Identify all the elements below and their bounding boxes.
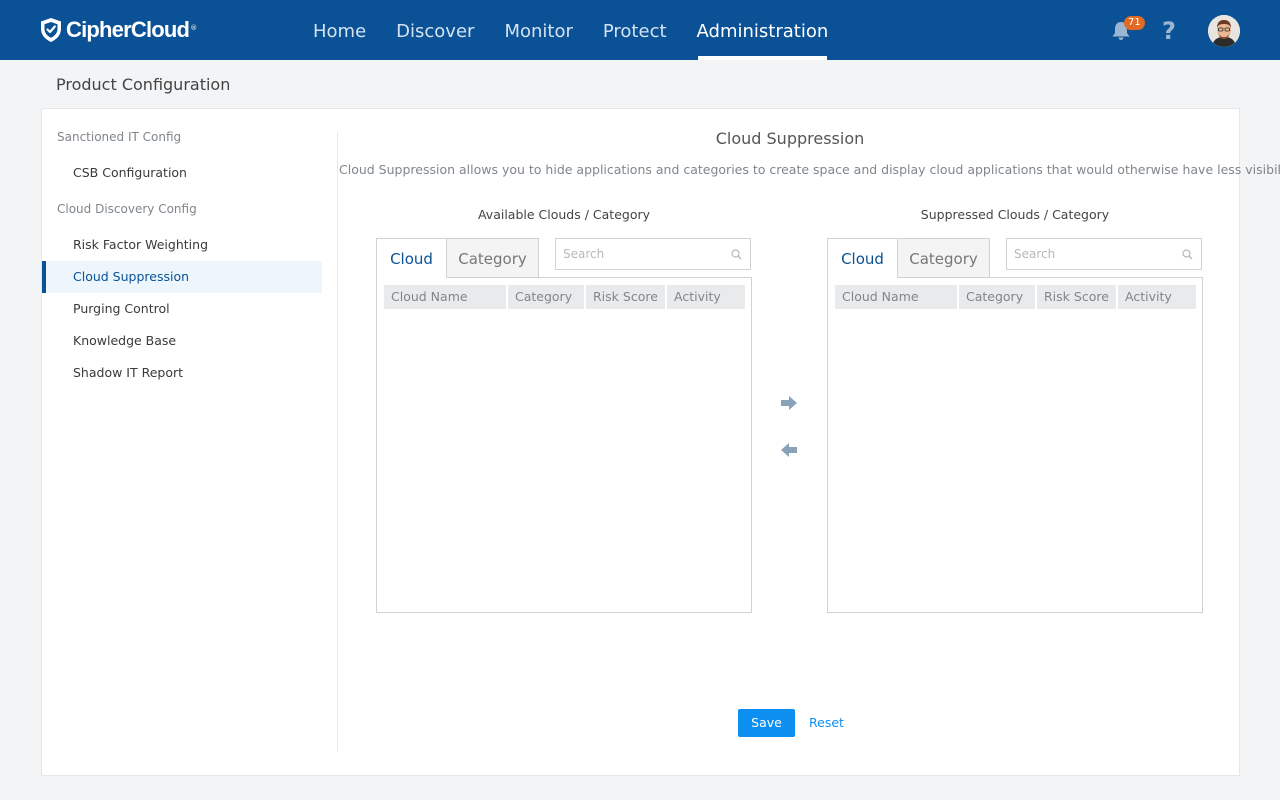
nav-protect[interactable]: Protect (588, 0, 682, 60)
suppressed-panel-label: Suppressed Clouds / Category (920, 207, 1110, 222)
suppressed-clouds-table: Cloud Name Category Risk Score Activity (827, 277, 1203, 613)
top-navigation-bar: CipherCloud ® Home Discover Monitor Prote… (0, 0, 1280, 60)
brand-name: CipherCloud (66, 17, 190, 42)
search-icon[interactable] (731, 249, 742, 260)
user-avatar[interactable] (1208, 15, 1240, 47)
column-header-risk-score[interactable]: Risk Score (586, 285, 665, 309)
column-header-risk-score[interactable]: Risk Score (1037, 285, 1116, 309)
suppressed-tab-category[interactable]: Category (898, 238, 990, 278)
suppressed-tab-cloud[interactable]: Cloud (827, 238, 898, 278)
page-title: Product Configuration (56, 75, 231, 94)
suppressed-search (1006, 238, 1202, 270)
available-clouds-table: Cloud Name Category Risk Score Activity (376, 277, 752, 613)
arrow-left-icon[interactable] (780, 442, 798, 458)
arrow-right-icon[interactable] (780, 395, 798, 411)
save-button[interactable]: Save (738, 709, 795, 737)
available-panel-label: Available Clouds / Category (477, 207, 651, 222)
available-tab-category[interactable]: Category (447, 238, 539, 278)
sidebar-item-shadow-it-report[interactable]: Shadow IT Report (42, 357, 322, 389)
nav-monitor[interactable]: Monitor (489, 0, 587, 60)
sidebar-heading-cloud-discovery: Cloud Discovery Config (57, 202, 197, 216)
brand-logo[interactable]: CipherCloud ® (40, 16, 197, 44)
help-icon[interactable]: ? (1162, 16, 1176, 46)
column-header-category[interactable]: Category (959, 285, 1035, 309)
sidebar-divider (337, 132, 338, 752)
available-tab-cloud[interactable]: Cloud (376, 238, 447, 278)
sidebar-item-cloud-suppression[interactable]: Cloud Suppression (42, 261, 322, 293)
column-header-activity[interactable]: Activity (1118, 285, 1196, 309)
search-icon[interactable] (1182, 249, 1193, 260)
sidebar-item-csb-configuration[interactable]: CSB Configuration (42, 157, 322, 189)
shield-logo-icon (41, 18, 61, 42)
column-header-cloud-name[interactable]: Cloud Name (384, 285, 506, 309)
column-header-category[interactable]: Category (508, 285, 584, 309)
nav-discover[interactable]: Discover (381, 0, 489, 60)
available-search (555, 238, 751, 270)
section-description: Cloud Suppression allows you to hide app… (339, 162, 1280, 177)
sidebar-item-knowledge-base[interactable]: Knowledge Base (42, 325, 322, 357)
section-title: Cloud Suppression (715, 129, 865, 148)
reset-link[interactable]: Reset (809, 709, 844, 737)
table-header-row: Cloud Name Category Risk Score Activity (835, 285, 1198, 309)
sidebar-item-risk-factor-weighting[interactable]: Risk Factor Weighting (42, 229, 322, 261)
table-header-row: Cloud Name Category Risk Score Activity (384, 285, 747, 309)
column-header-activity[interactable]: Activity (667, 285, 745, 309)
available-search-input[interactable] (556, 239, 716, 269)
sidebar-heading-sanctioned-it: Sanctioned IT Config (57, 130, 182, 144)
main-nav: Home Discover Monitor Protect Administra… (298, 0, 843, 60)
notification-count-badge: 71 (1124, 16, 1145, 30)
brand-registered-mark: ® (190, 24, 198, 32)
suppressed-search-input[interactable] (1007, 239, 1167, 269)
avatar-image (1208, 15, 1240, 47)
configuration-card: Sanctioned IT Config CSB Configuration C… (41, 108, 1280, 776)
sidebar-item-purging-control[interactable]: Purging Control (42, 293, 322, 325)
nav-administration[interactable]: Administration (682, 0, 844, 60)
nav-home[interactable]: Home (298, 0, 381, 60)
column-header-cloud-name[interactable]: Cloud Name (835, 285, 957, 309)
